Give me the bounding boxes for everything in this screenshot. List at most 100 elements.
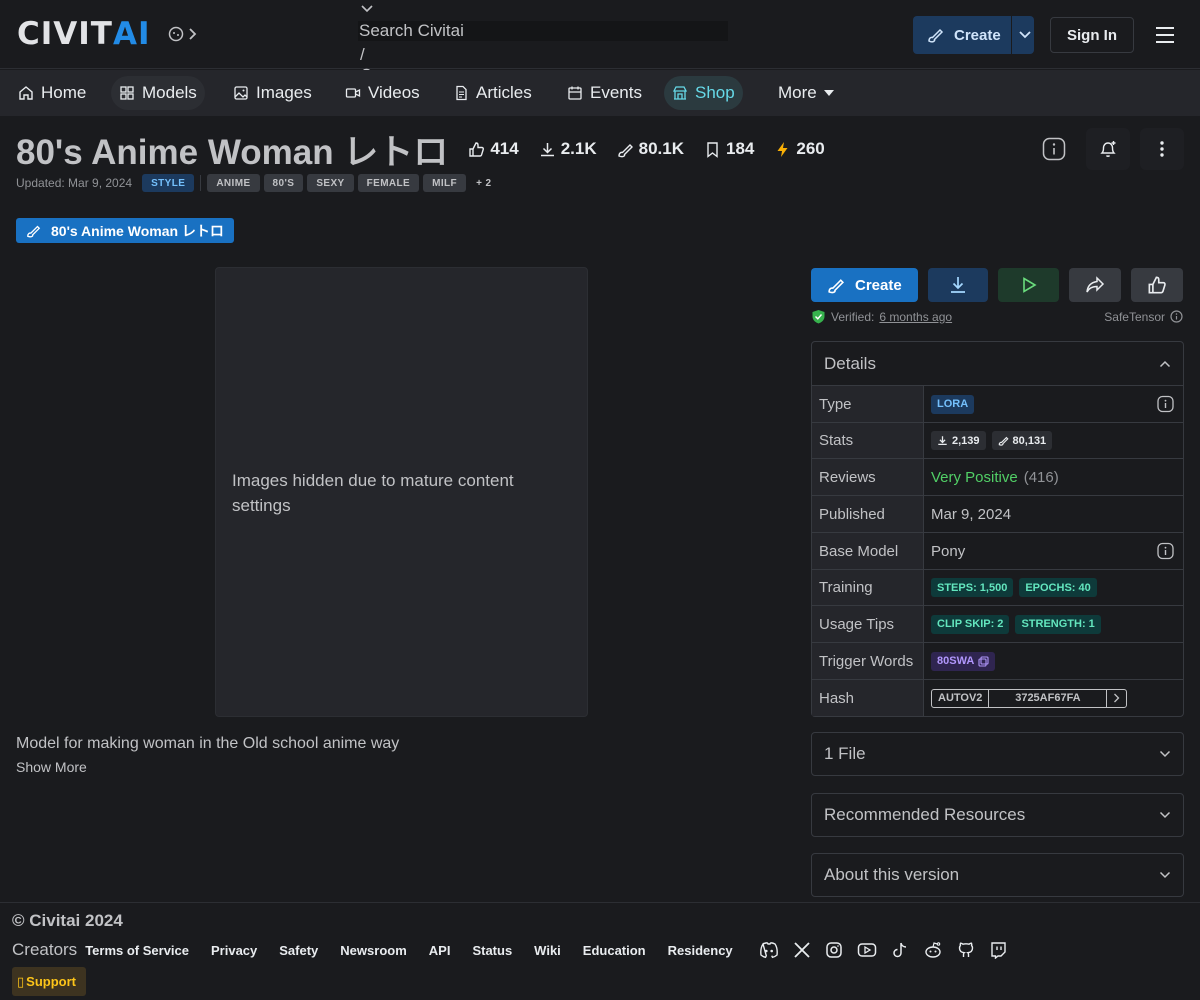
footer-link[interactable]: Privacy bbox=[211, 943, 257, 958]
info-icon[interactable] bbox=[1157, 542, 1174, 560]
copy-icon bbox=[978, 655, 989, 667]
footer-link[interactable]: Residency bbox=[668, 943, 733, 958]
tag-chip[interactable]: MILF bbox=[423, 174, 467, 192]
about-version-accordion[interactable]: About this version bbox=[811, 853, 1184, 897]
notify-button[interactable] bbox=[1086, 128, 1130, 170]
discord-icon[interactable] bbox=[759, 941, 779, 959]
image-icon bbox=[234, 86, 248, 100]
version-tab[interactable]: 80's Anime Woman レトロ bbox=[16, 218, 234, 243]
create-button[interactable]: Create bbox=[811, 268, 918, 302]
sign-in-button[interactable]: Sign In bbox=[1050, 17, 1134, 53]
tag-chip[interactable]: 80'S bbox=[263, 174, 304, 192]
twitch-icon[interactable] bbox=[989, 941, 1007, 959]
more-tags-button[interactable]: + 2 bbox=[470, 174, 497, 192]
header-create-button[interactable]: Create bbox=[913, 16, 1034, 54]
footer-link[interactable]: Newsroom bbox=[340, 943, 406, 958]
logo-civit-text: CIVIT bbox=[17, 16, 113, 52]
details-row-trigger-words: Trigger Words 80SWA bbox=[812, 643, 1183, 680]
nav-more-label: More bbox=[778, 83, 817, 102]
chevron-down-icon[interactable] bbox=[1018, 30, 1032, 40]
version-name: 80's Anime Woman レトロ bbox=[51, 222, 224, 239]
nav-more[interactable]: More bbox=[770, 76, 842, 110]
info-button[interactable] bbox=[1032, 128, 1076, 170]
nav-videos[interactable]: Videos bbox=[337, 76, 428, 110]
footer-link-creators[interactable]: Creators bbox=[12, 940, 77, 960]
tag-chip[interactable]: SEXY bbox=[307, 174, 354, 192]
downloads-stat: 2.1K bbox=[539, 139, 597, 159]
recommended-resources-accordion[interactable]: Recommended Resources bbox=[811, 793, 1184, 837]
youtube-icon[interactable] bbox=[857, 941, 877, 959]
tag-chip[interactable]: FEMALE bbox=[357, 174, 420, 192]
details-row-published: Published Mar 9, 2024 bbox=[812, 496, 1183, 533]
nav-models[interactable]: Models bbox=[111, 76, 205, 110]
likes-count: 414 bbox=[490, 139, 519, 158]
nav-events[interactable]: Events bbox=[559, 76, 650, 110]
more-options-button[interactable] bbox=[1140, 128, 1184, 170]
reddit-icon[interactable] bbox=[923, 941, 943, 959]
generations-count: 80.1K bbox=[638, 139, 684, 158]
like-button[interactable] bbox=[1131, 268, 1183, 302]
nav-articles[interactable]: Articles bbox=[445, 76, 540, 110]
about-accordion-label: About this version bbox=[824, 865, 960, 884]
footer-link[interactable]: Terms of Service bbox=[85, 943, 189, 958]
row-label: Base Model bbox=[812, 533, 924, 569]
file-text-icon bbox=[456, 85, 467, 101]
grid-icon bbox=[120, 86, 134, 100]
files-accordion[interactable]: 1 File bbox=[811, 732, 1184, 776]
details-row-training: Training STEPS: 1,500 EPOCHS: 40 bbox=[812, 570, 1183, 606]
sparkle-icon bbox=[168, 26, 184, 42]
support-button[interactable]: ▯ Support bbox=[12, 967, 86, 996]
verified-time-link[interactable]: 6 months ago bbox=[879, 310, 952, 324]
footer-link[interactable]: Education bbox=[583, 943, 646, 958]
row-value: Pony bbox=[924, 533, 1183, 569]
footer-link[interactable]: API bbox=[429, 943, 451, 958]
calendar-icon bbox=[568, 86, 582, 100]
footer-link[interactable]: Safety bbox=[279, 943, 318, 958]
tiktok-icon[interactable] bbox=[891, 941, 909, 959]
civitai-logo[interactable]: CIVIT AI bbox=[17, 16, 151, 52]
nav-home[interactable]: Home bbox=[10, 76, 94, 110]
show-more-link[interactable]: Show More bbox=[16, 759, 87, 775]
hash-value[interactable]: 3725AF67FA bbox=[989, 689, 1108, 707]
details-row-usage-tips: Usage Tips CLIP SKIP: 2 STRENGTH: 1 bbox=[812, 606, 1183, 643]
x-icon[interactable] bbox=[793, 941, 811, 959]
seasonal-toggle[interactable] bbox=[168, 26, 198, 42]
thumb-up-icon bbox=[1148, 276, 1166, 294]
nav-images[interactable]: Images bbox=[225, 76, 320, 110]
play-button[interactable] bbox=[998, 268, 1060, 302]
row-value[interactable]: Very Positive (416) bbox=[924, 459, 1183, 495]
download-icon bbox=[540, 142, 554, 156]
bookmarks-stat: 184 bbox=[704, 139, 754, 159]
nav-shop[interactable]: Shop bbox=[664, 76, 743, 110]
details-header[interactable]: Details bbox=[812, 342, 1183, 386]
share-button[interactable] bbox=[1069, 268, 1122, 302]
details-row-stats: Stats 2,139 80,131 bbox=[812, 423, 1183, 459]
nav-events-label: Events bbox=[590, 83, 642, 102]
nav-shop-label: Shop bbox=[695, 83, 735, 102]
search-input[interactable] bbox=[358, 21, 728, 41]
brush-icon bbox=[828, 279, 845, 294]
hash-next-button[interactable] bbox=[1107, 690, 1126, 707]
info-circle-icon[interactable] bbox=[1170, 310, 1183, 323]
epochs-badge: EPOCHS: 40 bbox=[1019, 578, 1097, 597]
chevron-down-icon[interactable] bbox=[360, 4, 374, 14]
buzz-stat: 260 bbox=[774, 139, 825, 159]
divider bbox=[1010, 16, 1012, 54]
menu-icon[interactable] bbox=[1155, 26, 1175, 44]
footer-link[interactable]: Wiki bbox=[534, 943, 561, 958]
tag-chip[interactable]: ANIME bbox=[207, 174, 260, 192]
row-value: AUTOV2 3725AF67FA bbox=[924, 680, 1183, 716]
share-icon bbox=[1086, 276, 1105, 293]
download-button[interactable] bbox=[927, 268, 989, 302]
details-row-hash: Hash AUTOV2 3725AF67FA bbox=[812, 680, 1183, 716]
steps-badge: STEPS: 1,500 bbox=[931, 578, 1014, 597]
trigger-word-badge[interactable]: 80SWA bbox=[931, 651, 996, 671]
page-title: 80's Anime Woman レトロ bbox=[16, 132, 449, 172]
shop-icon bbox=[672, 86, 688, 100]
instagram-icon[interactable] bbox=[825, 941, 843, 959]
info-icon[interactable] bbox=[1157, 395, 1174, 413]
github-icon[interactable] bbox=[957, 941, 975, 959]
footer-link[interactable]: Status bbox=[472, 943, 512, 958]
category-tag[interactable]: STYLE bbox=[142, 174, 195, 192]
hash-type[interactable]: AUTOV2 bbox=[932, 689, 990, 707]
